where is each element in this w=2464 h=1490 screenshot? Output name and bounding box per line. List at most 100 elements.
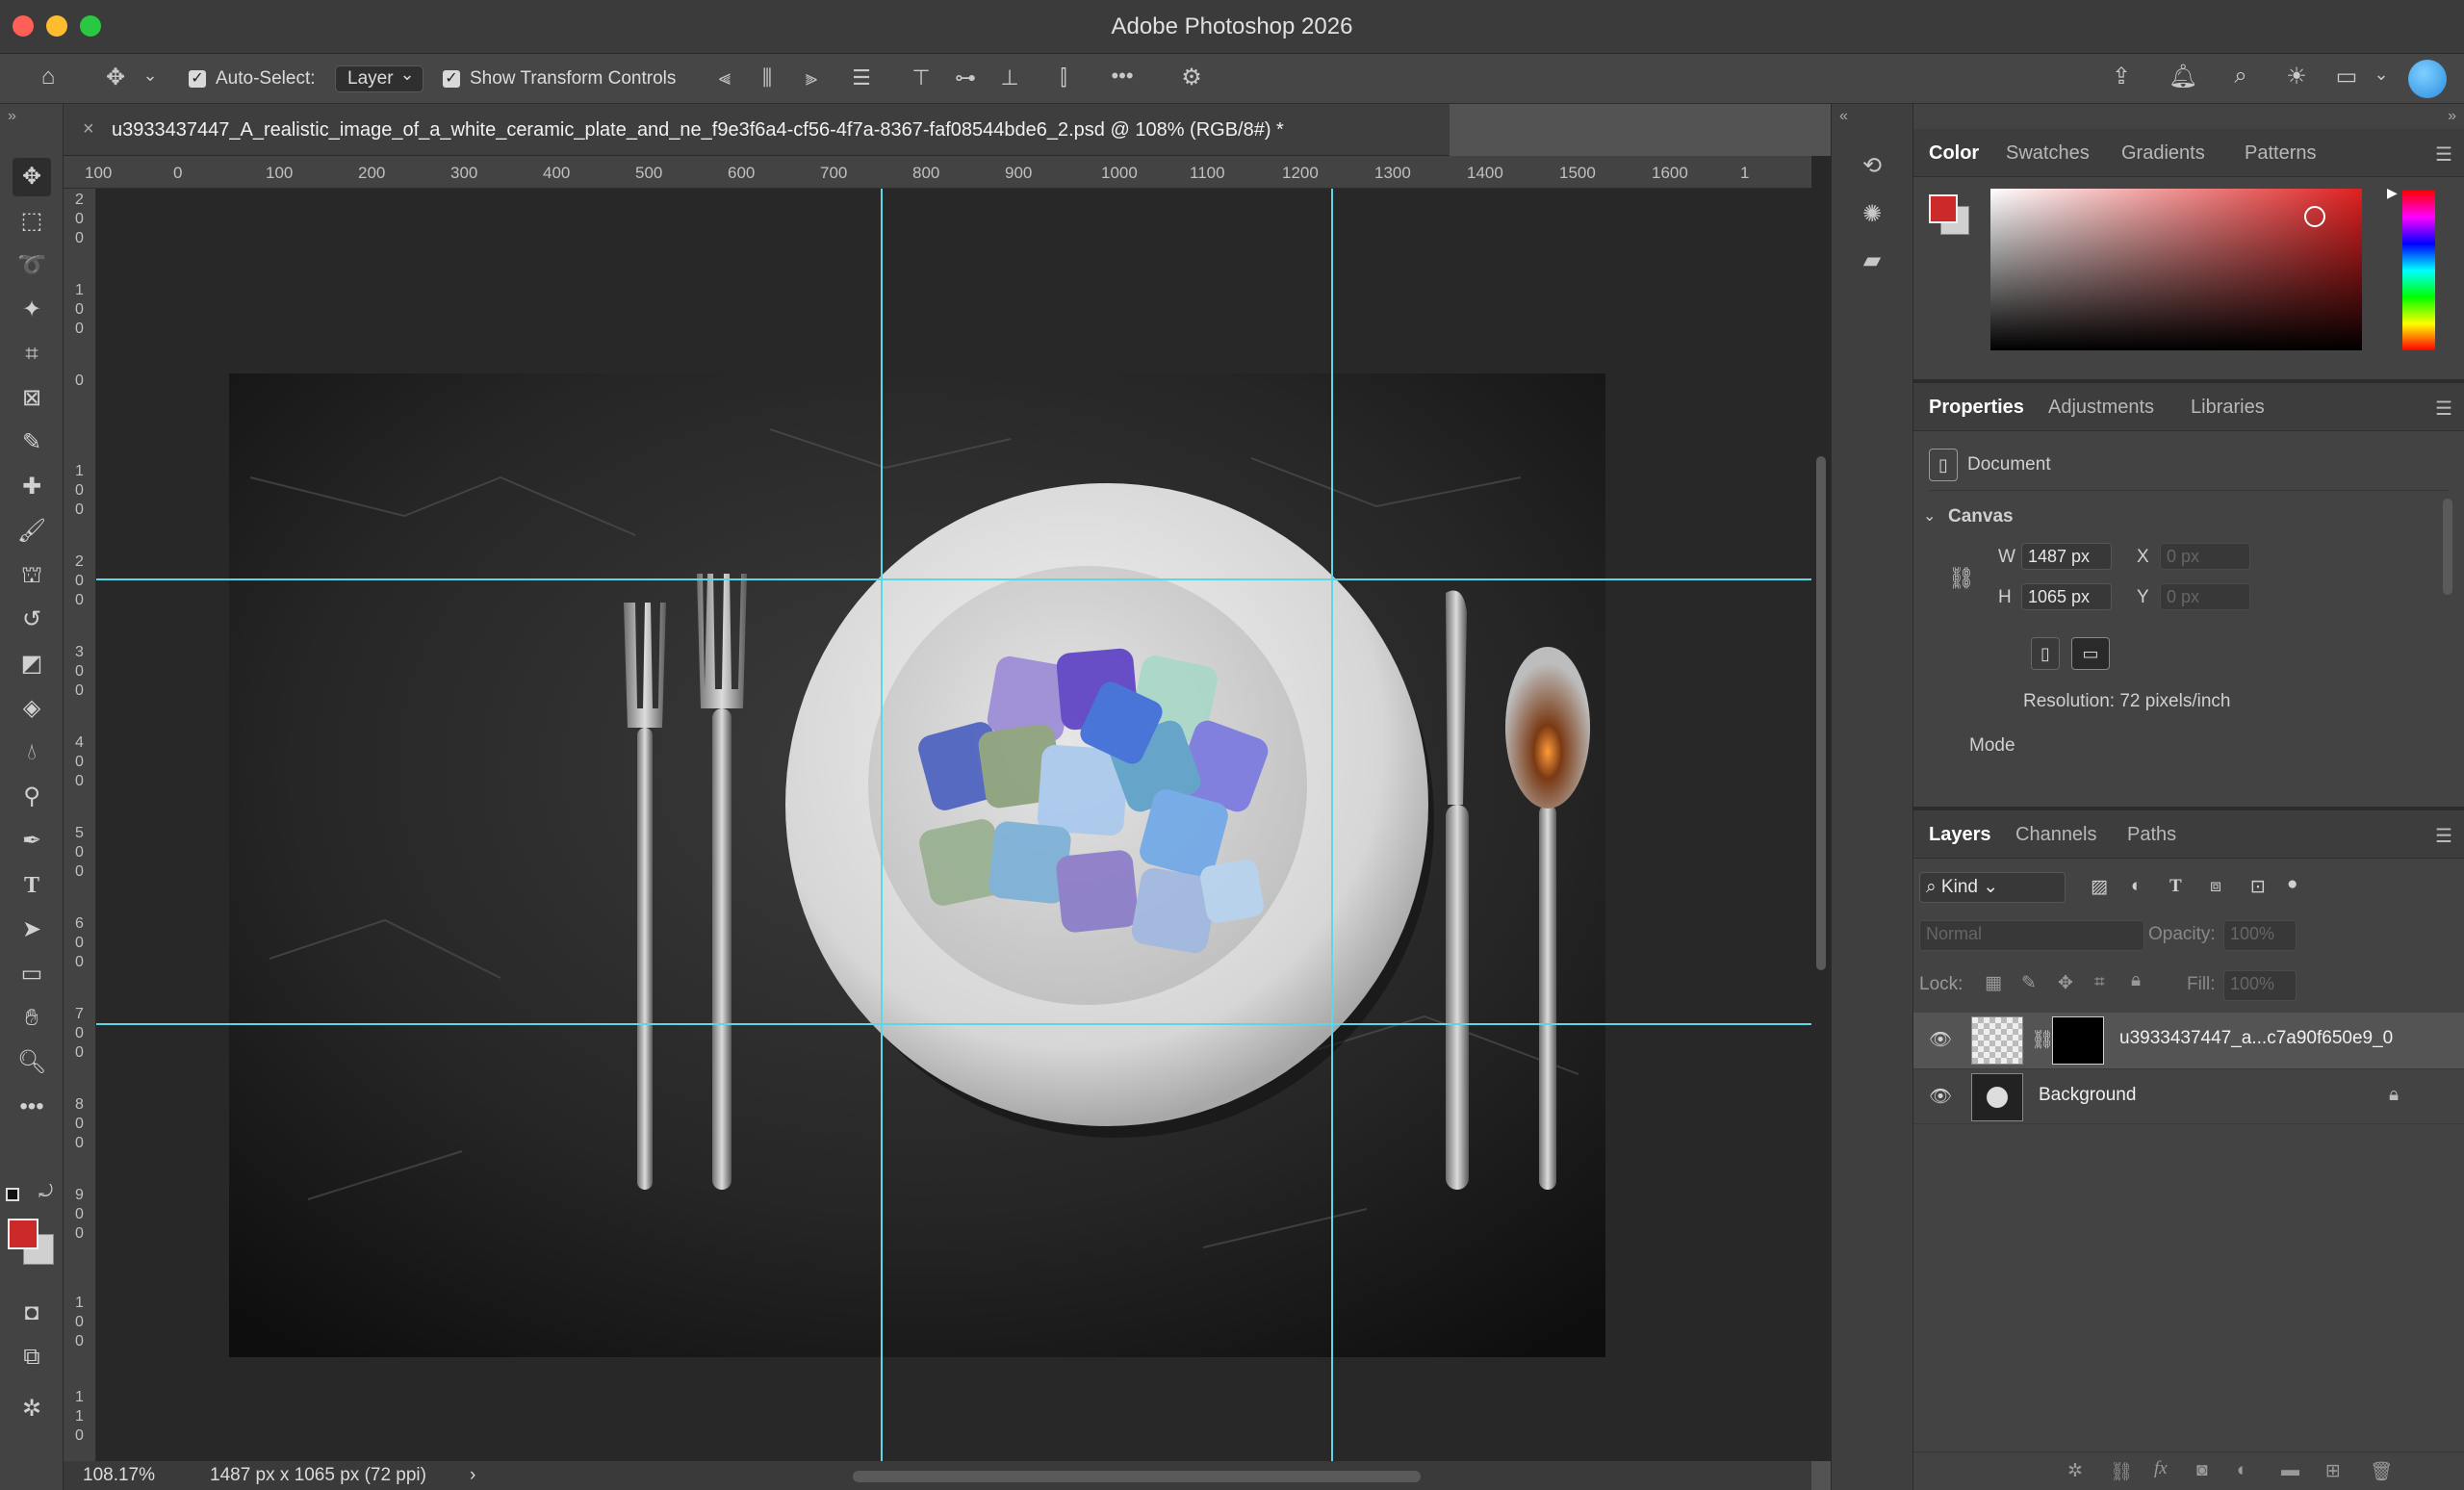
blur-tool-icon[interactable]: 💧︎	[13, 733, 51, 772]
tab-channels[interactable]: Channels	[2015, 824, 2097, 846]
eye-icon[interactable]: 👁︎	[1929, 1028, 1952, 1051]
layer-style-icon[interactable]: fx	[2154, 1458, 2168, 1479]
layer-name[interactable]: u3933437447_a...c7a90f650e9_0	[2119, 1028, 2393, 1049]
tab-patterns[interactable]: Patterns	[2245, 142, 2316, 165]
lock-artboard-icon[interactable]: ⌗	[2094, 972, 2105, 993]
bell-icon[interactable]: 🔔︎	[2166, 63, 2200, 90]
share-icon[interactable]: ⇪	[2104, 63, 2139, 90]
vertical-ruler[interactable]: 2 0 0 1 0 0 0 1 0 0 2 0 0 3 0 0 4 0 0 5 0 0 6 0 …	[64, 189, 96, 1461]
move-tool-icon[interactable]: ✥	[13, 158, 51, 196]
swap-colors-icon[interactable]: ⤾	[38, 1182, 53, 1202]
brush-tool-icon[interactable]: 🖌︎	[13, 512, 51, 551]
path-select-icon[interactable]: ➤	[13, 911, 51, 949]
hand-tool-icon[interactable]: ✋︎	[13, 999, 51, 1038]
frame-tool-icon[interactable]: ⊠	[13, 379, 51, 418]
properties-panel-menu-icon[interactable]: ☰	[2435, 397, 2452, 421]
color-field[interactable]	[1990, 189, 2362, 350]
filter-smart-object-icon[interactable]: ⊡	[2250, 876, 2266, 898]
tab-swatches[interactable]: Swatches	[2006, 142, 2090, 165]
canvas-area[interactable]	[96, 189, 1811, 1461]
healing-brush-icon[interactable]: ✚	[13, 468, 51, 506]
tab-paths[interactable]: Paths	[2127, 824, 2176, 846]
lasso-tool-icon[interactable]: ➰	[13, 246, 51, 285]
close-document-button[interactable]: ×	[83, 118, 94, 141]
opacity-field[interactable]: 100%	[2223, 920, 2297, 951]
lock-image-icon[interactable]: ✎	[2021, 972, 2037, 994]
auto-select-checkbox[interactable]: ✓ Auto-Select:	[189, 64, 316, 94]
tab-color[interactable]: Color	[1929, 142, 1979, 165]
lock-all-icon[interactable]: 🔒︎	[2131, 970, 2141, 991]
workspace-chevron-icon[interactable]: ⌄	[2370, 64, 2393, 85]
generative-layer-icon[interactable]: ✲	[2067, 1460, 2083, 1482]
lightbulb-icon[interactable]: ☀	[2279, 63, 2314, 90]
align-left-icon[interactable]: ⫷	[710, 65, 739, 90]
tab-adjustments[interactable]: Adjustments	[2048, 397, 2154, 419]
document-canvas[interactable]	[96, 189, 1811, 1461]
canvas-section-title[interactable]: Canvas	[1948, 506, 2014, 527]
rectangle-tool-icon[interactable]: ▭	[13, 955, 51, 993]
marquee-tool-icon[interactable]: ⬚	[13, 202, 51, 241]
layer-link-icon[interactable]: ⛓	[2031, 1028, 2054, 1051]
paint-bucket-icon[interactable]: ◈	[13, 689, 51, 728]
home-icon[interactable]: ⌂	[29, 64, 67, 90]
align-bottom-icon[interactable]: ⊥	[995, 65, 1024, 90]
adjustment-layer-icon[interactable]: ◐	[2237, 1460, 2247, 1481]
magic-wand-icon[interactable]: ✦	[13, 291, 51, 329]
collapse-panels-icon[interactable]: »	[2448, 108, 2456, 125]
pen-tool-icon[interactable]: ✒	[13, 822, 51, 861]
y-field[interactable]: 0 px	[2160, 583, 2250, 610]
auto-select-dropdown[interactable]: Layer	[335, 64, 424, 92]
layer-row[interactable]: 👁︎ ⛓ u3933437447_a...c7a90f650e9_0	[1913, 1013, 2464, 1068]
align-center-icon[interactable]: ⫼	[753, 65, 782, 90]
comments-panel-icon[interactable]: ▰	[1853, 246, 1891, 274]
eyedropper-icon[interactable]: ✎	[13, 424, 51, 462]
history-brush-icon[interactable]: ↺	[13, 601, 51, 639]
zoom-level[interactable]: 108.17%	[83, 1465, 155, 1486]
x-field[interactable]: 0 px	[2160, 543, 2250, 570]
generative-icon[interactable]: ✲	[13, 1390, 51, 1428]
crop-tool-icon[interactable]: ⌗	[13, 335, 51, 373]
zoom-tool-icon[interactable]: 🔍︎	[13, 1043, 51, 1082]
type-tool-icon[interactable]: T	[13, 866, 51, 905]
layers-panel-menu-icon[interactable]: ☰	[2435, 824, 2452, 848]
layer-mask-thumbnail[interactable]	[2052, 1016, 2104, 1065]
layer-row[interactable]: 👁︎ Background 🔒︎	[1913, 1068, 2464, 1124]
portrait-orientation-icon[interactable]: ▯	[2031, 637, 2060, 670]
search-icon[interactable]: ⌕	[2223, 63, 2258, 90]
tab-gradients[interactable]: Gradients	[2121, 142, 2205, 165]
edit-toolbar-icon[interactable]: •••	[13, 1088, 51, 1126]
filter-adjustment-icon[interactable]: ◐	[2131, 876, 2142, 897]
tab-layers[interactable]: Layers	[1929, 824, 1991, 846]
trash-icon[interactable]: 🗑︎	[2370, 1460, 2393, 1483]
default-colors-icon[interactable]	[6, 1188, 19, 1201]
link-layers-icon[interactable]: ⛓	[2110, 1460, 2133, 1483]
cloud-account-icon[interactable]	[2408, 60, 2447, 98]
tab-libraries[interactable]: Libraries	[2191, 397, 2265, 419]
height-field[interactable]: 1065 px	[2021, 583, 2112, 610]
quick-mask-icon[interactable]: ◘	[13, 1294, 51, 1332]
width-field[interactable]: 1487 px	[2021, 543, 2112, 570]
more-options-button[interactable]: •••	[1105, 64, 1140, 89]
history-panel-icon[interactable]: ⟲	[1853, 152, 1891, 180]
tool-preset-chevron-icon[interactable]: ⌄	[141, 65, 160, 86]
hue-slider-handle[interactable]: ▶	[2387, 185, 2398, 201]
document-tab[interactable]: × u3933437447_A_realistic_image_of_a_whi…	[64, 104, 1450, 156]
foreground-color-swatch[interactable]	[8, 1219, 38, 1249]
filter-toggle-icon[interactable]: ●	[2287, 874, 2297, 895]
properties-scroll-thumb[interactable]	[2443, 499, 2452, 595]
show-transform-checkbox[interactable]: ✓ Show Transform Controls	[443, 64, 676, 94]
add-mask-icon[interactable]: ◙	[2196, 1460, 2207, 1481]
lock-position-icon[interactable]: ✥	[2058, 972, 2073, 994]
blend-mode-dropdown[interactable]: Normal	[1919, 920, 2144, 951]
panel-foreground-swatch[interactable]	[1929, 194, 1958, 223]
move-tool-icon[interactable]: ✥	[98, 64, 133, 91]
eraser-icon[interactable]: ◩	[13, 645, 51, 683]
lock-transparent-icon[interactable]: ▦	[1985, 972, 2002, 994]
layer-filter-dropdown[interactable]: ⌕ Kind ⌄	[1919, 872, 2066, 903]
filter-pixel-icon[interactable]: ▨	[2091, 876, 2108, 898]
distribute-spacing-icon[interactable]: ⫿	[1049, 65, 1078, 90]
horizontal-scroll-thumb[interactable]	[853, 1471, 1421, 1482]
vertical-scrollbar[interactable]	[1811, 156, 1831, 1461]
dodge-tool-icon[interactable]: ⚲	[13, 778, 51, 816]
gear-icon[interactable]: ⚙	[1174, 64, 1209, 91]
